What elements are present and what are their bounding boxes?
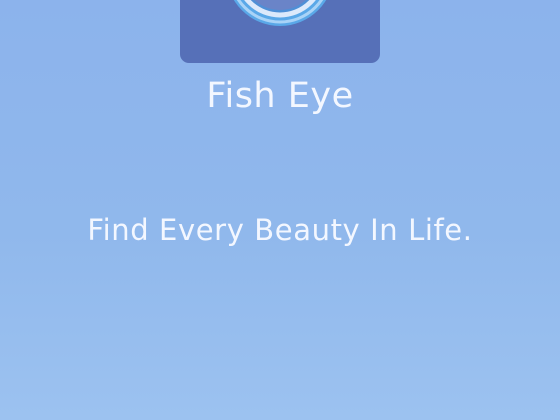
camera-lens-icon (233, 0, 327, 26)
app-title: Fish Eye (206, 76, 354, 116)
app-logo (180, 0, 380, 63)
app-tagline: Find Every Beauty In Life. (87, 213, 473, 247)
